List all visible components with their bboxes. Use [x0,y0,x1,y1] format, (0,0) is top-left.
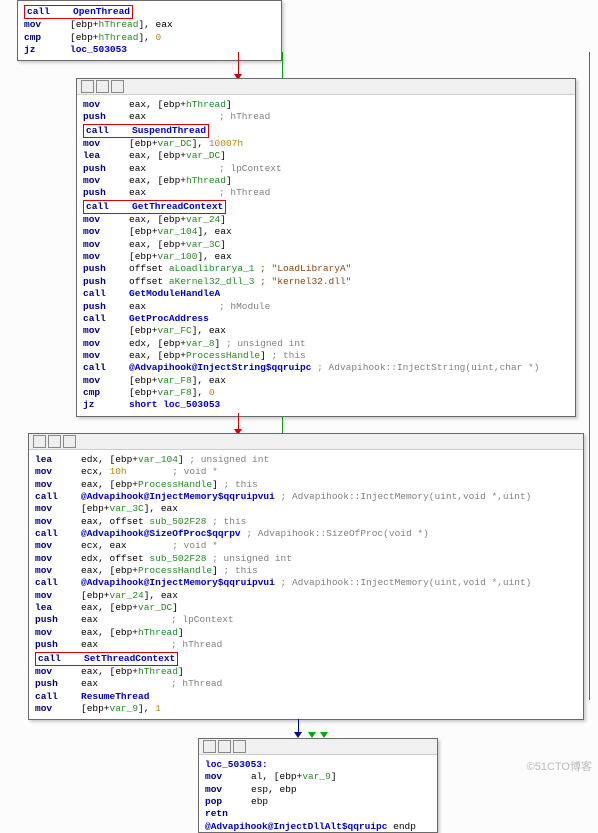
icon[interactable] [111,80,124,93]
flow-edge [238,413,239,431]
icon[interactable] [81,80,94,93]
mnemonic: cmp [24,32,70,44]
flow-edge-green [589,52,590,700]
iconbar [199,739,437,755]
block-4: loc_503053: moval, [ebp+var_9] movesp, e… [198,738,438,833]
block-2: moveax, [ebp+hThread] pusheax; hThread c… [76,78,576,417]
icon[interactable] [233,740,246,753]
icon[interactable] [48,435,61,448]
icon[interactable] [63,435,76,448]
block-3: leaedx, [ebp+var_104] ; unsigned int mov… [28,433,584,720]
mnemonic: jz [24,44,70,56]
mnemonic: mov [24,19,70,31]
iconbar [77,79,575,95]
flow-edge [238,52,239,76]
block-1: callOpenThread mov[ebp+hThread], eax cmp… [17,0,282,61]
icon[interactable] [33,435,46,448]
icon[interactable] [203,740,216,753]
watermark: ©51CTO博客 [527,758,592,774]
iconbar [29,434,583,450]
icon[interactable] [96,80,109,93]
flow-edge-blue [298,719,299,734]
mnemonic: call [27,6,73,18]
operand: loc_503053 [70,44,127,56]
operand: OpenThread [73,6,130,17]
icon[interactable] [218,740,231,753]
